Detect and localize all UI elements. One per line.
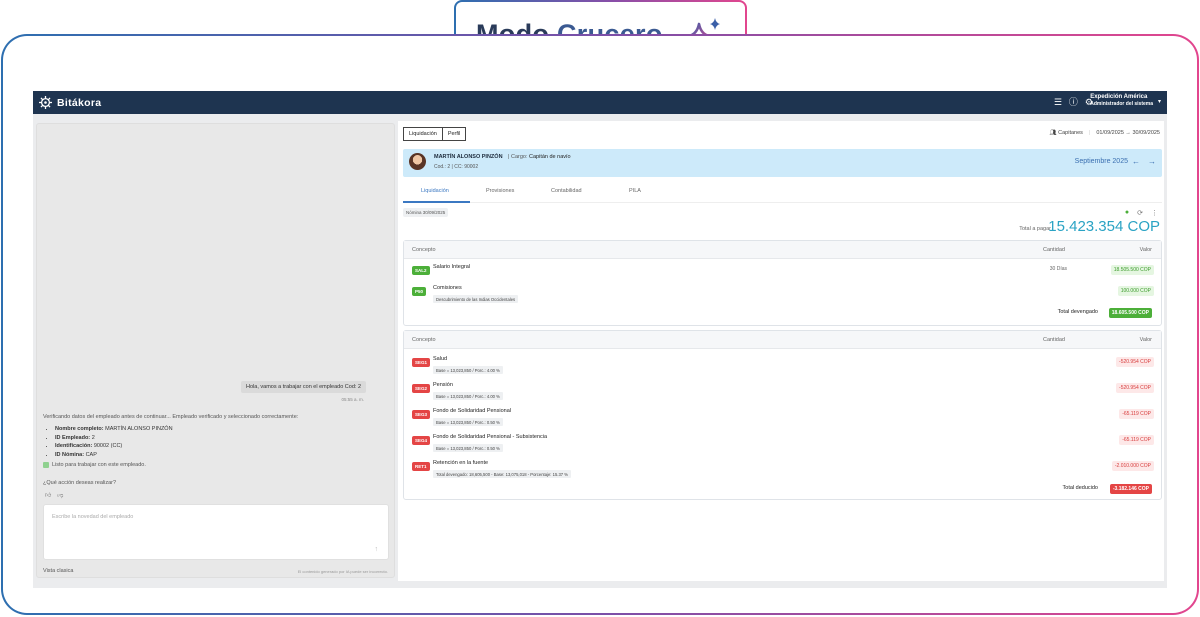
tab-liquidacion[interactable]: Liquidación [403, 127, 443, 141]
message-time: 05:55 a. m. [341, 397, 364, 402]
concept-name: Salud [433, 356, 448, 362]
brand-name: Bitákora [57, 96, 102, 109]
concept-value: 18.505.500 COP [1110, 265, 1154, 275]
concept-desc: Base = 13,023,850 / Porc.: 4.00 % [433, 366, 503, 374]
concept-name: Retención en la fuente [433, 460, 489, 466]
tab-provisiones[interactable]: Provisiones [486, 188, 514, 194]
col-valor: Valor [1139, 247, 1152, 253]
tab-liquidacion-sub[interactable]: Liquidación [421, 188, 449, 194]
concept-desc: Base = 13,023,850 / Porc.: 0.50 % [433, 418, 503, 426]
tab-contabilidad[interactable]: Contabilidad [551, 188, 582, 194]
tab-perfil[interactable]: Perfil [442, 127, 467, 141]
brand-logo[interactable]: Bitákora [39, 96, 101, 109]
concept-code: SAL2 [412, 266, 430, 275]
help-icon[interactable]: ⓘ [1069, 96, 1078, 108]
employee-header: MARTÍN ALONSO PINZÓN | Cargo: Capitán de… [403, 149, 1162, 177]
list-item: ID Nómina: CAP [55, 452, 173, 458]
user-role: Administrador del sistema [1090, 101, 1153, 107]
check-icon [43, 462, 49, 468]
message-input[interactable]: Escribe la novedad del empleado [52, 514, 133, 520]
concept-name: Salario Integral [433, 264, 470, 270]
total-devengado-label: Total devengado [1057, 309, 1098, 315]
arrow-left-icon[interactable]: ← [1132, 157, 1140, 166]
concept-value: -65.119 COP [1119, 409, 1154, 419]
period-label: Septiembre 2025 [1074, 158, 1128, 165]
bot-question: ¿Qué acción deseas realizar? [43, 480, 117, 486]
bot-message: Verificando datos del empleado antes de … [43, 414, 299, 420]
concept-name: Comisiones [433, 285, 462, 291]
deducciones-card: Concepto Cantidad Valor SEG1 Salud Base … [403, 330, 1162, 500]
helm-icon [39, 96, 52, 109]
total-pay-label: Total a pagar [1019, 226, 1051, 232]
concept-desc: Descubrimiento de las Indias Occidentale… [433, 295, 519, 303]
more-icon[interactable]: ⋮ [1151, 209, 1158, 217]
concept-code: RET1 [412, 462, 430, 471]
tab-pila[interactable]: PILA [629, 188, 641, 194]
nomina-chip[interactable]: Nómina 30/09/2025 [403, 208, 449, 217]
tasks-icon[interactable]: ☰ [1054, 96, 1062, 108]
list-item: ID Empleado: 2 [55, 435, 173, 441]
concept-value: -2.010.000 COP [1111, 461, 1154, 471]
group-label[interactable]: 👥︎ Capitanes [1050, 130, 1083, 136]
col-concepto: Concepto [412, 247, 436, 253]
total-pay-value: 15.423.354 COP [1048, 218, 1160, 235]
classic-view-link[interactable]: Vista clasica [43, 568, 73, 574]
col-concepto: Concepto [412, 337, 436, 343]
concept-desc: Base = 13,023,850 / Porc.: 0.50 % [433, 444, 503, 452]
concept-code: SEG2 [412, 384, 431, 393]
devengos-card: Concepto Cantidad Valor SAL2 Salario Int… [403, 240, 1162, 326]
list-item: Identificación: 90002 (CC) [55, 443, 173, 449]
app-window: Bitákora ☰ ⓘ ⚙ Expedición América Admini… [33, 91, 1167, 588]
concept-code: SEG1 [412, 358, 431, 367]
total-devengado-value: 18.605.500 COP [1108, 308, 1152, 318]
concept-value: -65.119 COP [1119, 435, 1154, 445]
concept-name: Pensión [433, 382, 453, 388]
period-range: 👥︎ Capitanes | 01/09/2025 → 30/09/2025 [1049, 130, 1160, 136]
employee-cargo: | Cargo: Capitán de navío [508, 154, 571, 160]
user-name: Expedición América [1090, 94, 1148, 100]
employee-name: MARTÍN ALONSO PINZÓN [434, 154, 503, 160]
concept-value: 100.000 COP [1117, 286, 1154, 296]
user-menu[interactable]: Expedición América Administrador del sis… [1090, 94, 1161, 107]
concept-value: -520.954 COP [1116, 383, 1154, 393]
employee-ids: Cod.: 2 | CC: 90002 [434, 164, 479, 170]
active-tab-indicator [403, 201, 470, 203]
message-composer[interactable]: Escribe la novedad del empleado ↑ [43, 504, 389, 560]
thumbs-up-icon[interactable]: 👍︎ [45, 491, 51, 499]
send-icon[interactable]: ↑ [375, 546, 379, 553]
subtabs: Liquidación Provisiones Contabilidad PIL… [403, 183, 1162, 203]
concept-desc: Base = 13,023,850 / Porc.: 4.00 % [433, 392, 503, 400]
ready-status: Listo para trabajar con este empleado. [43, 462, 146, 468]
concept-name: Fondo de Solidaridad Pensional - Subsist… [433, 434, 548, 440]
col-cantidad: Cantidad [1042, 337, 1065, 343]
top-navbar: Bitákora ☰ ⓘ ⚙ Expedición América Admini… [33, 91, 1167, 114]
check-circle-icon[interactable]: ● [1125, 209, 1129, 217]
col-valor: Valor [1139, 337, 1152, 343]
ai-disclaimer: El contenido generado por IA puede ser i… [297, 569, 388, 574]
concept-value: -520.954 COP [1116, 357, 1154, 367]
list-item: Nombre completo: MARTÍN ALONSO PINZÓN [55, 426, 173, 432]
payroll-panel: Liquidación Perfil 👥︎ Capitanes | 01/09/… [398, 121, 1164, 581]
total-deducido-value: -3.182.146 COP [1109, 484, 1152, 494]
refresh-icon[interactable]: ⟳ [1137, 209, 1143, 217]
concept-name: Fondo de Solidaridad Pensional [433, 408, 511, 414]
thumbs-down-icon[interactable]: 👎︎ [57, 491, 63, 499]
concept-code: P50 [412, 287, 427, 296]
col-cantidad: Cantidad [1042, 247, 1065, 253]
chevron-down-icon: ▾ [1157, 99, 1161, 105]
concept-desc: Total devengado: 18,605,500 - Base: 13,0… [433, 470, 572, 478]
concept-qty: 30 Días [1049, 266, 1067, 272]
chat-panel: Hola, vamos a trabajar con el empleado C… [36, 123, 395, 578]
concept-code: SEG3 [412, 410, 431, 419]
avatar [409, 153, 426, 170]
user-message: Hola, vamos a trabajar con el empleado C… [241, 381, 366, 393]
employee-details: Nombre completo: MARTÍN ALONSO PINZÓN ID… [49, 426, 173, 460]
total-deducido-label: Total deducido [1062, 485, 1098, 491]
arrow-right-icon[interactable]: → [1148, 157, 1156, 166]
concept-code: SEG4 [412, 436, 431, 445]
